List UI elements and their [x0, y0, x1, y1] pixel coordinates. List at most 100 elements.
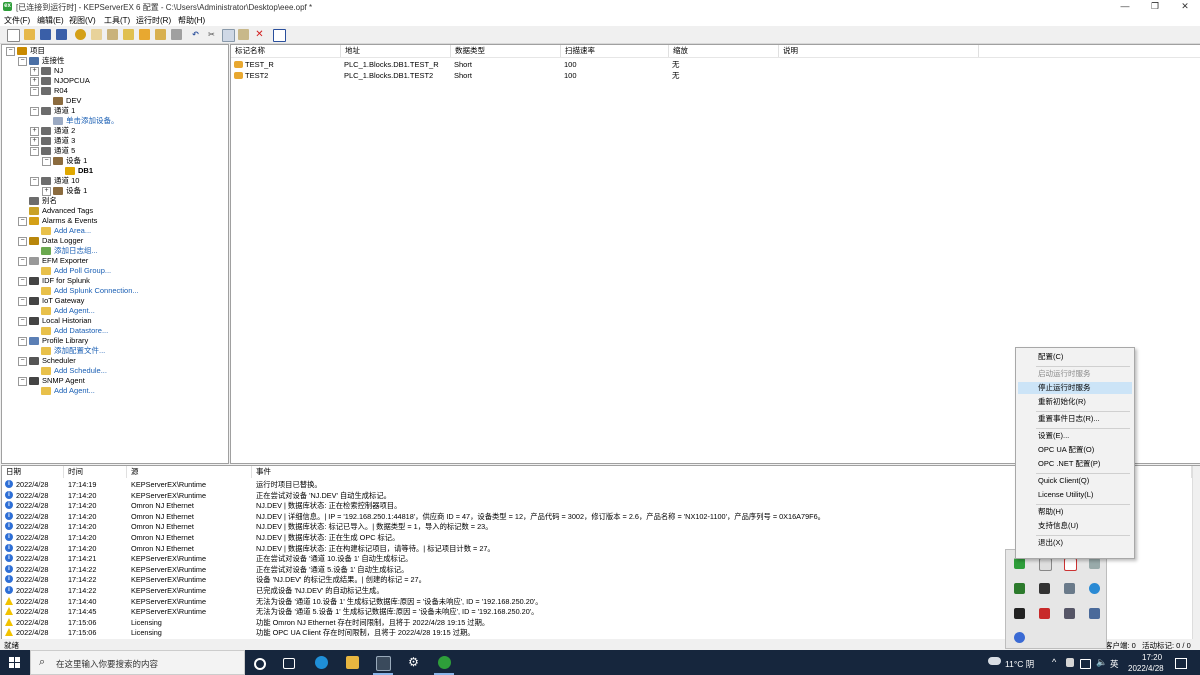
tree-node[interactable]: DB1 — [54, 166, 93, 176]
event-column-header[interactable]: 时间 — [64, 466, 127, 478]
context-menu-item[interactable]: Quick Client(Q) — [1018, 475, 1132, 487]
new-tag-icon[interactable] — [139, 29, 150, 40]
chevron-up-icon[interactable]: ^ — [1052, 657, 1056, 667]
sync-icon[interactable] — [1089, 583, 1100, 594]
update-icon[interactable] — [1064, 583, 1075, 594]
collapse-icon[interactable]: − — [42, 156, 51, 166]
tree-node[interactable]: Advanced Tags — [18, 206, 93, 216]
weather-text[interactable]: 11°C 阴 — [1005, 658, 1034, 670]
tree-node[interactable]: + 通道 3 — [30, 136, 75, 146]
pinned-app-icon[interactable] — [376, 656, 391, 671]
new-tag-group-icon[interactable] — [123, 29, 134, 40]
volume-icon[interactable]: 🔈 — [1096, 657, 1107, 668]
collapse-icon[interactable]: − — [18, 276, 27, 286]
network-icon[interactable] — [1089, 558, 1100, 569]
collapse-icon[interactable]: − — [30, 86, 39, 96]
kepserver-tray-icon[interactable] — [1014, 558, 1025, 569]
windows-start-icon[interactable] — [9, 657, 20, 668]
tree-node[interactable]: DEV — [42, 96, 81, 106]
nvidia-icon[interactable] — [1014, 583, 1025, 594]
context-menu-item[interactable]: 退出(X) — [1018, 537, 1132, 549]
cut-icon[interactable]: ✂ — [206, 29, 217, 40]
tree-node[interactable]: 单击添加设备。 — [42, 116, 119, 126]
context-menu-item[interactable]: 停止运行时服务 — [1018, 382, 1132, 394]
column-header[interactable]: 数据类型 — [451, 45, 561, 57]
menu-item-4[interactable]: 运行时(R) — [136, 15, 171, 26]
menu-item-0[interactable]: 文件(F) — [4, 15, 30, 26]
column-header[interactable]: 标记名称 — [231, 45, 341, 57]
tree-node[interactable]: + 设备 1 — [42, 186, 87, 196]
task-view-icon[interactable] — [283, 658, 295, 669]
context-menu-item[interactable]: 设置(E)... — [1018, 430, 1132, 442]
edge-icon[interactable] — [315, 656, 328, 669]
context-menu-item[interactable]: License Utility(L) — [1018, 489, 1132, 501]
shield-icon[interactable] — [1064, 558, 1077, 571]
event-row[interactable]: i 2022/4/28 17:14:19 KEPServerEX\Runtime 运行时… — [2, 480, 1192, 491]
tree-node[interactable]: − IoT Gateway — [18, 296, 84, 306]
column-header[interactable]: 说明 — [779, 45, 979, 57]
undo-icon[interactable]: ↶ — [190, 29, 201, 40]
notification-icon[interactable] — [1175, 658, 1187, 669]
blue-circle-icon[interactable] — [1014, 632, 1025, 643]
cortana-icon[interactable] — [254, 658, 266, 670]
bulk-tag-icon[interactable] — [155, 29, 166, 40]
paste-icon[interactable] — [238, 29, 249, 40]
expand-icon[interactable]: + — [30, 66, 39, 76]
collapse-icon[interactable]: − — [6, 46, 15, 56]
monitor-icon[interactable] — [1014, 608, 1025, 619]
tag-cell-scaling[interactable]: 无 — [672, 71, 680, 81]
collapse-icon[interactable]: − — [18, 316, 27, 326]
delete-icon[interactable]: ✕ — [254, 29, 265, 40]
tree-node[interactable]: − 通道 1 — [30, 106, 75, 116]
tag-cell-type[interactable]: Short — [454, 60, 472, 70]
tree-node[interactable]: Add Datastore... — [30, 326, 108, 336]
expand-icon[interactable]: + — [30, 126, 39, 136]
column-header[interactable]: 地址 — [341, 45, 451, 57]
tree-node[interactable]: − Local Historian — [18, 316, 92, 326]
tree-node[interactable]: − SNMP Agent — [18, 376, 85, 386]
grid-icon[interactable] — [1089, 608, 1100, 619]
tree-node[interactable]: − Scheduler — [18, 356, 76, 366]
collapse-icon[interactable]: − — [30, 106, 39, 116]
tree-node[interactable]: Add Poll Group... — [30, 266, 111, 276]
tree-node[interactable]: − R04 — [30, 86, 68, 96]
tree-node[interactable]: 添加配置文件... — [30, 346, 105, 356]
tag-cell-name[interactable]: TEST_R — [245, 60, 274, 70]
event-row[interactable]: i 2022/4/28 17:14:20 Omron NJ Ethernet NJ.DE… — [2, 511, 1192, 523]
column-header[interactable]: 扫描速率 — [561, 45, 669, 57]
save-icon[interactable] — [40, 29, 51, 40]
context-menu-item[interactable]: 帮助(H) — [1018, 506, 1132, 518]
tree-node[interactable]: Add Agent... — [30, 386, 95, 396]
menu-item-5[interactable]: 帮助(H) — [178, 15, 205, 26]
tag-cell-scaling[interactable]: 无 — [672, 60, 680, 70]
collapse-icon[interactable]: − — [18, 56, 27, 66]
file-explorer-icon[interactable] — [346, 656, 359, 669]
red-app-icon[interactable] — [1039, 608, 1050, 619]
collapse-icon[interactable]: − — [18, 336, 27, 346]
usb-icon[interactable] — [1039, 558, 1052, 571]
collapse-icon[interactable]: − — [18, 296, 27, 306]
network-tray-icon[interactable] — [1080, 659, 1091, 669]
new-device-icon[interactable] — [107, 29, 118, 40]
context-menu-item[interactable]: OPC UA 配置(O) — [1018, 444, 1132, 456]
context-menu-item[interactable]: 重新初始化(R) — [1018, 396, 1132, 408]
tag-cell-address[interactable]: PLC_1.Blocks.DB1.TEST_R — [344, 60, 439, 70]
event-log-scrollbar[interactable] — [1192, 466, 1200, 639]
new-icon[interactable] — [7, 29, 20, 42]
tree-node[interactable]: − 通道 10 — [30, 176, 79, 186]
tree-node[interactable]: Add Agent... — [30, 306, 95, 316]
collapse-icon[interactable]: − — [18, 216, 27, 226]
tree-node[interactable]: Add Splunk Connection... — [30, 286, 139, 296]
touch-icon[interactable] — [1066, 658, 1074, 667]
event-row[interactable]: i 2022/4/28 17:14:20 Omron NJ Ethernet NJ.DE… — [2, 501, 1192, 512]
tag-cell-type[interactable]: Short — [454, 71, 472, 81]
open-icon[interactable] — [24, 29, 35, 40]
collapse-icon[interactable]: − — [30, 176, 39, 186]
collapse-icon[interactable]: − — [18, 376, 27, 386]
kepserver-taskbar-icon[interactable] — [438, 656, 451, 669]
expand-icon[interactable]: + — [30, 136, 39, 146]
collapse-icon[interactable]: − — [18, 356, 27, 366]
tree-node[interactable]: + NJOPCUA — [30, 76, 90, 86]
column-header[interactable]: 缩放 — [669, 45, 779, 57]
tree-node[interactable]: − 连接性 — [18, 56, 65, 66]
